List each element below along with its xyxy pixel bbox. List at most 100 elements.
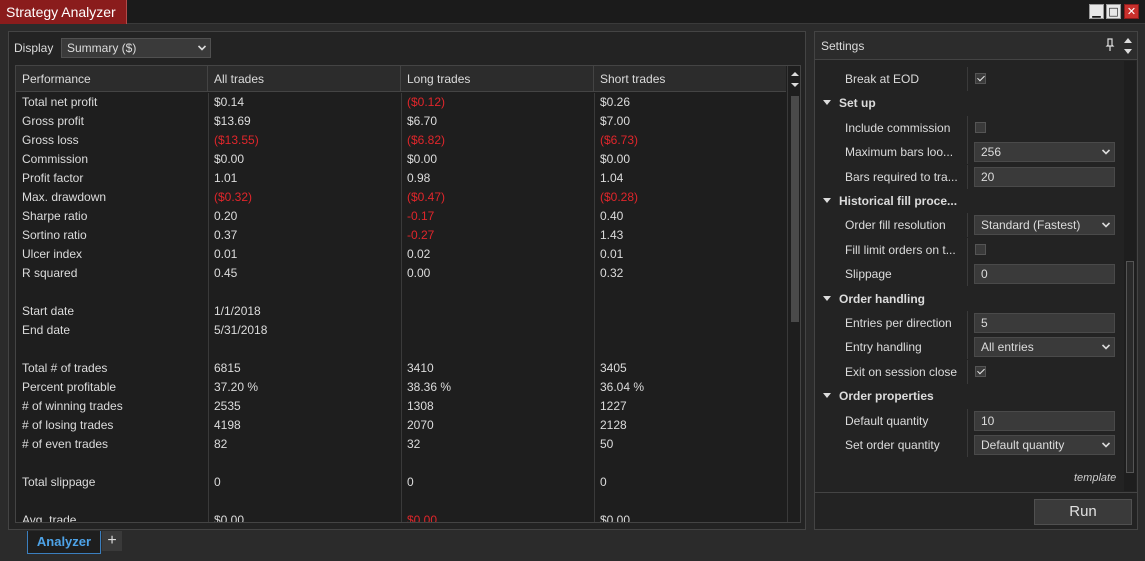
table-row[interactable]: Max. drawdown ($0.32) ($0.47) ($0.28) [16, 188, 786, 207]
property-dropdown[interactable]: 256 [974, 142, 1115, 163]
settings-scrollbar[interactable] [1124, 61, 1136, 491]
table-row[interactable]: End date 5/31/2018 [16, 321, 786, 340]
table-row[interactable]: # of winning trades 2535 1308 1227 [16, 397, 786, 416]
scroll-thumb[interactable] [791, 96, 799, 322]
property-dropdown[interactable]: Standard (Fastest) [974, 215, 1115, 236]
metric-label: Commission [22, 152, 89, 166]
table-row[interactable]: Percent profitable 37.20 % 38.36 % 36.04 % [16, 378, 786, 397]
table-row[interactable]: Commission $0.00 $0.00 $0.00 [16, 150, 786, 169]
metric-value: 2070 [407, 418, 434, 432]
settings-property[interactable]: Default quantity 10 [815, 408, 1123, 433]
metric-value: 32 [407, 437, 421, 451]
chevron-down-icon [198, 45, 206, 51]
tab-analyzer[interactable]: Analyzer [27, 531, 101, 554]
column-header-all-trades[interactable]: All trades [208, 66, 401, 92]
metric-label [16, 340, 208, 359]
settings-category[interactable]: Order properties [815, 384, 1123, 408]
settings-property[interactable]: Entries per direction 5 [815, 311, 1123, 335]
settings-category[interactable]: Set up [815, 91, 1123, 115]
table-row[interactable]: Total net profit $0.14 ($0.12) $0.26 [16, 93, 786, 112]
minimize-button[interactable]: ▁ [1089, 4, 1104, 19]
settings-property[interactable]: Slippage 0 [815, 262, 1123, 287]
settings-property[interactable]: Order fill resolution Standard (Fastest) [815, 213, 1123, 238]
collapse-chevron-icon[interactable] [823, 295, 831, 302]
metric-value: 6815 [214, 361, 241, 375]
maximize-icon: □ [1108, 5, 1119, 18]
settings-category[interactable]: Historical fill proce... [815, 189, 1123, 213]
table-row[interactable]: Ulcer index 0.01 0.02 0.01 [16, 245, 786, 264]
window-title[interactable]: Strategy Analyzer [0, 0, 127, 24]
metric-value [208, 454, 401, 473]
property-checkbox[interactable] [975, 243, 986, 255]
metric-value [401, 454, 594, 473]
maximize-button[interactable]: □ [1106, 4, 1121, 19]
metric-value: ($6.73) [600, 133, 639, 147]
settings-property[interactable]: Entry handling All entries [815, 335, 1123, 360]
property-input[interactable]: 20 [974, 166, 1115, 187]
metric-value: 1.04 [600, 171, 624, 185]
pin-icon[interactable] [1105, 38, 1115, 52]
table-row[interactable] [16, 340, 786, 359]
property-input[interactable]: 0 [974, 264, 1115, 285]
settings-property[interactable]: Set order quantity Default quantity [815, 433, 1123, 457]
display-dropdown[interactable]: Summary ($) [61, 38, 211, 58]
metric-value: 0.37 [214, 228, 238, 242]
table-row[interactable] [16, 454, 786, 473]
property-input[interactable]: 5 [974, 313, 1115, 333]
table-row[interactable]: Profit factor 1.01 0.98 1.04 [16, 169, 786, 188]
property-checkbox[interactable] [975, 73, 986, 84]
table-row[interactable]: Gross profit $13.69 $6.70 $7.00 [16, 112, 786, 131]
table-row[interactable]: R squared 0.45 0.00 0.32 [16, 264, 786, 283]
scroll-down-icon[interactable] [790, 80, 800, 90]
table-row[interactable]: # of losing trades 4198 2070 2128 [16, 416, 786, 435]
table-row[interactable]: Sharpe ratio 0.20 -0.17 0.40 [16, 207, 786, 226]
metric-label: # of losing trades [22, 418, 114, 432]
metric-value [401, 283, 594, 302]
table-row[interactable]: Sortino ratio 0.37 -0.27 1.43 [16, 226, 786, 245]
grid-scrollbar[interactable] [787, 66, 800, 522]
run-button[interactable]: Run [1034, 499, 1132, 525]
property-dropdown[interactable]: All entries [974, 337, 1115, 358]
minimize-icon: ▁ [1092, 5, 1101, 18]
property-checkbox[interactable] [975, 365, 986, 377]
column-header-short-trades[interactable]: Short trades [594, 66, 786, 92]
collapse-chevron-icon[interactable] [823, 198, 831, 204]
scroll-up-icon[interactable] [790, 69, 800, 79]
metric-value: 0.98 [407, 171, 431, 185]
table-row[interactable]: Total # of trades 6815 3410 3405 [16, 359, 786, 378]
collapse-chevron-icon[interactable] [823, 393, 831, 399]
table-row[interactable]: # of even trades 82 32 50 [16, 435, 786, 454]
category-label: Order handling [839, 291, 926, 306]
template-link[interactable]: template [1074, 472, 1116, 484]
table-row[interactable] [16, 492, 786, 511]
scroll-thumb[interactable] [1126, 261, 1134, 473]
settings-property[interactable]: Bars required to tra... 20 [815, 164, 1123, 189]
settings-header: Settings [815, 32, 1137, 60]
collapse-chevron-icon[interactable] [823, 100, 831, 106]
add-tab-button[interactable]: + [102, 531, 122, 551]
settings-property[interactable]: Maximum bars loo... 256 [815, 140, 1123, 165]
settings-category[interactable]: Order handling [815, 287, 1123, 311]
property-input[interactable]: 10 [974, 410, 1115, 431]
metric-value: 1.43 [600, 228, 624, 242]
metric-value: 37.20 % [214, 380, 259, 394]
metric-label: # of winning trades [22, 399, 123, 413]
table-row[interactable]: Start date 1/1/2018 [16, 302, 786, 321]
property-value: 0 [981, 267, 988, 282]
close-button[interactable]: ✕ [1124, 4, 1139, 19]
table-row[interactable]: Avg. trade $0.00 $0.00 $0.00 [16, 511, 786, 522]
property-checkbox[interactable] [975, 121, 986, 133]
column-header-long-trades[interactable]: Long trades [401, 66, 594, 92]
table-row[interactable]: Gross loss ($13.55) ($6.82) ($6.73) [16, 131, 786, 150]
metric-value: 0.01 [600, 247, 624, 261]
settings-property[interactable]: Include commission [815, 115, 1123, 140]
panel-scroll-icon[interactable] [1122, 34, 1134, 58]
settings-property[interactable]: Fill limit orders on t... [815, 237, 1123, 262]
property-dropdown[interactable]: Default quantity [974, 435, 1115, 455]
table-row[interactable] [16, 283, 786, 302]
settings-property[interactable]: Break at EOD [815, 67, 1123, 91]
settings-property[interactable]: Exit on session close [815, 359, 1123, 384]
chevron-down-icon [1102, 149, 1110, 155]
table-row[interactable]: Total slippage 0 0 0 [16, 473, 786, 492]
column-header-performance[interactable]: Performance [16, 66, 208, 92]
